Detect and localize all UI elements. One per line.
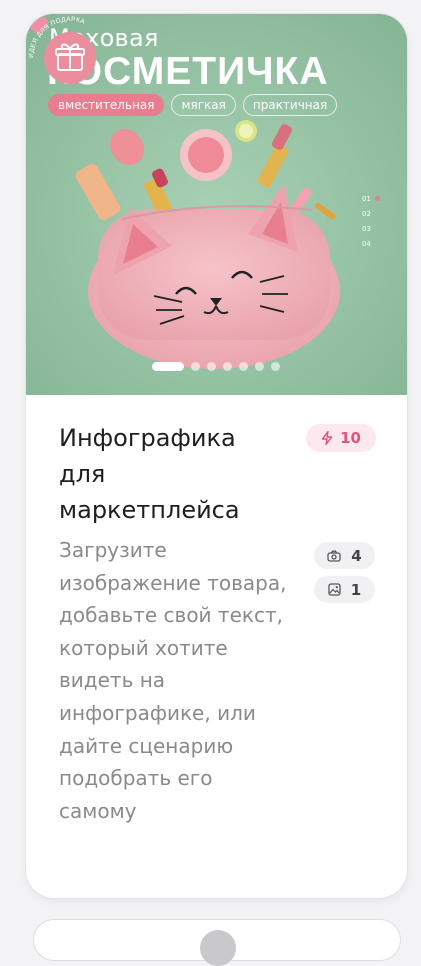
step-dot xyxy=(374,196,380,201)
card-description: Загрузите изображение товара, добавьте с… xyxy=(59,538,287,823)
gift-badge: ИДЕЯ ДЛЯ ПОДАРКА xyxy=(28,16,96,84)
image-count-badge: 1 xyxy=(314,576,375,603)
hero-step: 04 xyxy=(362,239,371,248)
card-title: Инфографика для маркетплейса xyxy=(59,424,240,524)
slide-dot[interactable] xyxy=(255,362,264,371)
lightning-icon xyxy=(321,431,333,445)
template-card[interactable]: Меховая КОСМЕТИЧКА вместительная мягкая … xyxy=(26,14,407,898)
slide-dot[interactable] xyxy=(191,362,200,371)
photo-count-value: 4 xyxy=(351,546,362,565)
camera-icon xyxy=(327,550,341,562)
hero-tag: практичная xyxy=(242,94,338,116)
slide-indicator xyxy=(152,362,280,371)
slide-dot[interactable] xyxy=(152,362,184,371)
slide-dot[interactable] xyxy=(207,362,216,371)
next-template-card[interactable] xyxy=(34,920,400,966)
image-icon xyxy=(328,583,341,596)
image-count-value: 1 xyxy=(350,580,362,599)
hero-step-list: 01 02 03 04 xyxy=(362,191,380,251)
hero-step: 02 xyxy=(362,209,371,218)
hero-step: 01 xyxy=(362,191,380,206)
slide-dot[interactable] xyxy=(223,362,232,371)
product-hero-image: Меховая КОСМЕТИЧКА вместительная мягкая … xyxy=(26,14,407,395)
photo-count-badge: 4 xyxy=(314,542,375,569)
hero-step: 03 xyxy=(362,224,371,233)
slide-dot[interactable] xyxy=(239,362,248,371)
credits-value: 10 xyxy=(340,429,361,447)
next-card-image xyxy=(200,930,236,966)
slide-dot[interactable] xyxy=(271,362,280,371)
credits-badge: 10 xyxy=(306,424,376,452)
hero-tag: мягкая xyxy=(171,94,236,116)
